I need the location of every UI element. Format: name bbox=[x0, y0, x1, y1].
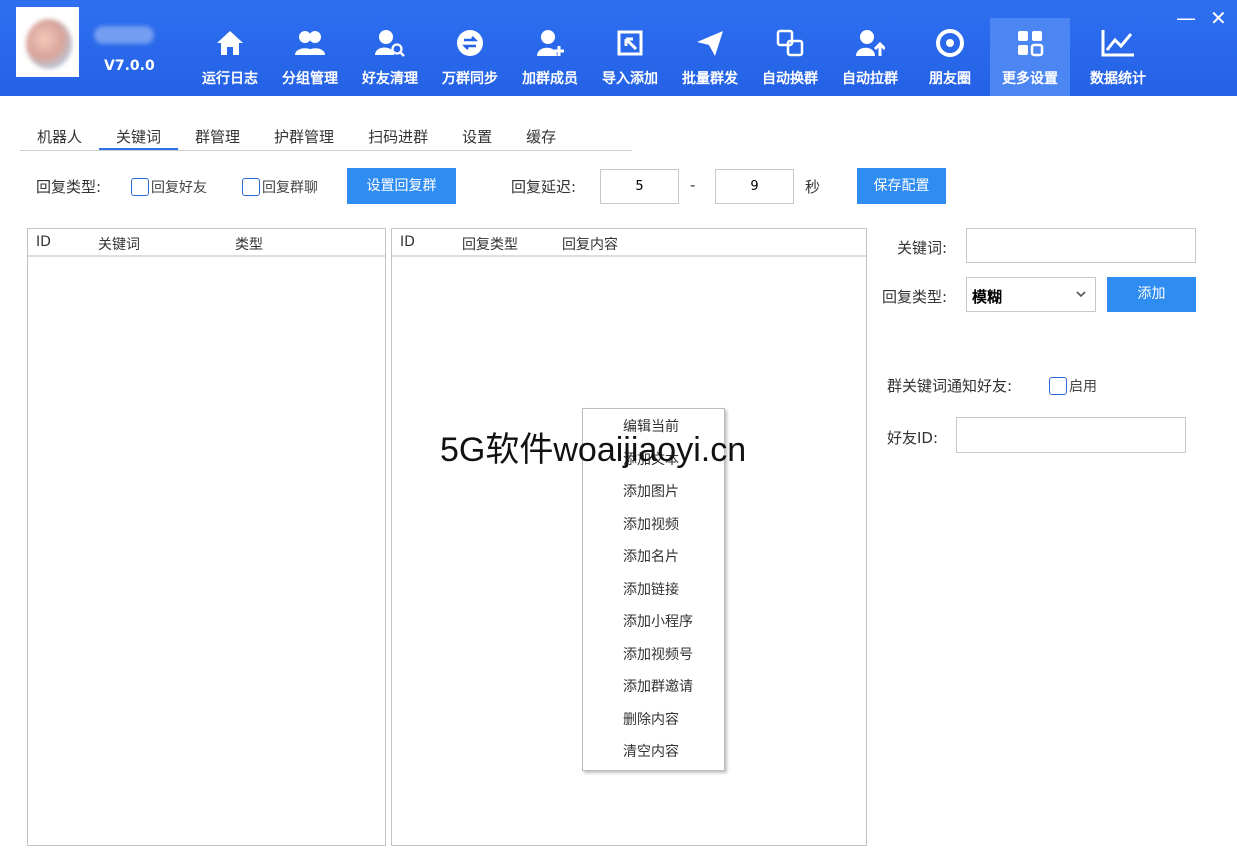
reply-type-select-label: 回复类型: bbox=[882, 288, 948, 306]
tab-qr-join[interactable]: 扫码进群 bbox=[351, 124, 445, 150]
reply-type-label: 回复类型: bbox=[36, 178, 102, 196]
menu-add-mini-program[interactable]: 添加小程序 bbox=[623, 611, 693, 631]
col-id[interactable]: ID bbox=[400, 234, 415, 250]
keyword-input[interactable] bbox=[966, 228, 1196, 263]
col-reply-content[interactable]: 回复内容 bbox=[562, 234, 618, 254]
delay-min-input[interactable]: 5 bbox=[600, 169, 679, 204]
reply-type-select[interactable]: 模糊 bbox=[966, 277, 1096, 312]
set-reply-group-button[interactable]: 设置回复群 bbox=[347, 168, 456, 204]
save-config-button[interactable]: 保存配置 bbox=[857, 168, 946, 204]
menu-clear-content[interactable]: 清空内容 bbox=[623, 741, 679, 761]
top-bar: V7.0.0 运行日志 分组管理 好友清理 万群同步 加群成员 导入添加 批量群 bbox=[0, 0, 1237, 96]
reply-delay-label: 回复延迟: bbox=[511, 178, 577, 196]
keyword-table-header: ID 关键词 类型 bbox=[28, 229, 385, 257]
close-button[interactable]: ✕ bbox=[1210, 8, 1227, 28]
nav-group-manage[interactable]: 分组管理 bbox=[270, 18, 350, 96]
enable-notify-checkbox[interactable]: 启用 bbox=[1049, 376, 1097, 396]
tab-group-protect[interactable]: 护群管理 bbox=[257, 124, 351, 150]
username-blurred bbox=[94, 26, 154, 44]
reply-type-value: 模糊 bbox=[972, 288, 1003, 306]
home-icon bbox=[217, 31, 243, 55]
menu-add-video-channel[interactable]: 添加视频号 bbox=[623, 644, 693, 664]
nav-friend-clean[interactable]: 好友清理 bbox=[350, 18, 430, 96]
tab-robot[interactable]: 机器人 bbox=[20, 124, 99, 150]
friend-id-input[interactable] bbox=[956, 417, 1186, 453]
nav-data-stats[interactable]: 数据统计 bbox=[1070, 18, 1166, 96]
watermark-text: 5G软件woaijiaoyi.cn bbox=[440, 431, 747, 469]
user-add-icon bbox=[537, 30, 564, 56]
grid-icon bbox=[1018, 31, 1044, 57]
version-label: V7.0.0 bbox=[104, 58, 155, 74]
chevron-down-icon bbox=[1076, 291, 1086, 298]
main-nav: 运行日志 分组管理 好友清理 万群同步 加群成员 导入添加 批量群发 自动换群 bbox=[190, 18, 1166, 96]
checkbox-box bbox=[242, 178, 260, 196]
nav-group-sync[interactable]: 万群同步 bbox=[430, 18, 510, 96]
menu-add-video[interactable]: 添加视频 bbox=[623, 514, 679, 534]
nav-auto-pull-group[interactable]: 自动拉群 bbox=[830, 18, 910, 96]
nav-auto-switch-group[interactable]: 自动换群 bbox=[750, 18, 830, 96]
user-search-icon bbox=[375, 30, 405, 57]
tab-settings[interactable]: 设置 bbox=[445, 124, 509, 150]
menu-add-group-invite[interactable]: 添加群邀请 bbox=[623, 676, 693, 696]
nav-bulk-send[interactable]: 批量群发 bbox=[670, 18, 750, 96]
add-keyword-button[interactable]: 添加 bbox=[1107, 277, 1196, 312]
col-type[interactable]: 类型 bbox=[235, 234, 263, 254]
reply-table-header: ID 回复类型 回复内容 bbox=[392, 229, 866, 257]
avatar[interactable] bbox=[16, 7, 79, 77]
reply-friend-checkbox[interactable]: 回复好友 bbox=[131, 177, 207, 197]
tab-cache[interactable]: 缓存 bbox=[509, 124, 573, 150]
camera-icon bbox=[936, 29, 964, 57]
keyword-table[interactable]: ID 关键词 类型 bbox=[27, 228, 386, 846]
users-icon bbox=[295, 31, 325, 55]
keyword-label: 关键词: bbox=[897, 239, 948, 257]
checkbox-box bbox=[1049, 377, 1067, 395]
menu-add-link[interactable]: 添加链接 bbox=[623, 579, 679, 599]
col-id[interactable]: ID bbox=[36, 234, 51, 250]
delay-unit-label: 秒 bbox=[805, 178, 821, 196]
swap-icon bbox=[776, 29, 804, 57]
minimize-button[interactable]: — bbox=[1176, 8, 1196, 28]
import-icon bbox=[617, 30, 643, 56]
send-icon bbox=[697, 31, 723, 56]
nav-add-members[interactable]: 加群成员 bbox=[510, 18, 590, 96]
menu-add-card[interactable]: 添加名片 bbox=[623, 546, 679, 566]
user-up-icon bbox=[856, 30, 885, 56]
nav-moments[interactable]: 朋友圈 bbox=[910, 18, 990, 96]
sub-tabs: 机器人 关键词 群管理 护群管理 扫码进群 设置 缓存 bbox=[20, 124, 632, 151]
delay-max-input[interactable]: 9 bbox=[715, 169, 794, 204]
col-keyword[interactable]: 关键词 bbox=[98, 234, 140, 254]
tab-group-manage[interactable]: 群管理 bbox=[178, 124, 257, 150]
checkbox-box bbox=[131, 178, 149, 196]
menu-delete-content[interactable]: 删除内容 bbox=[623, 709, 679, 729]
friend-id-label: 好友ID: bbox=[887, 429, 939, 447]
delay-separator: - bbox=[690, 176, 696, 194]
reply-group-checkbox[interactable]: 回复群聊 bbox=[242, 177, 318, 197]
sync-icon bbox=[457, 30, 483, 56]
notify-friend-label: 群关键词通知好友: bbox=[887, 377, 1013, 395]
nav-import-add[interactable]: 导入添加 bbox=[590, 18, 670, 96]
menu-add-image[interactable]: 添加图片 bbox=[623, 481, 679, 501]
tab-keywords[interactable]: 关键词 bbox=[99, 124, 179, 150]
chart-icon bbox=[1101, 30, 1134, 57]
col-reply-type[interactable]: 回复类型 bbox=[462, 234, 518, 254]
avatar-image bbox=[26, 19, 72, 69]
nav-run-log[interactable]: 运行日志 bbox=[190, 18, 270, 96]
nav-more-settings[interactable]: 更多设置 bbox=[990, 18, 1070, 96]
